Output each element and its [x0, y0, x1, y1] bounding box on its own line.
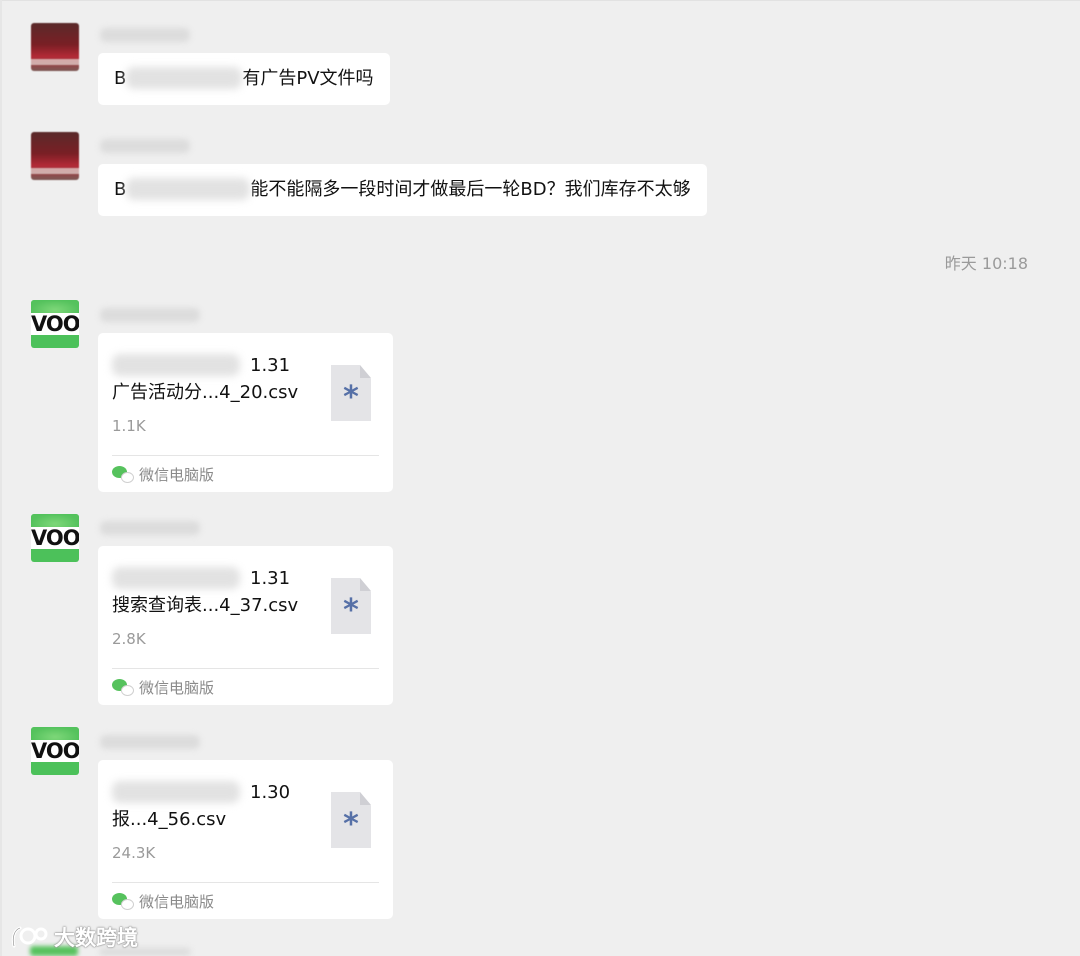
message-bubble[interactable]: B 有广告PV文件吗: [98, 53, 390, 105]
watermark-logo-icon: [11, 926, 48, 948]
sender-avatar[interactable]: VOOT: [31, 727, 79, 775]
redacted-filename: [112, 781, 240, 803]
file-name-part: 1.31: [250, 354, 291, 376]
sender-avatar[interactable]: [31, 23, 79, 71]
message-timestamp: 昨天 10:18: [944, 254, 1028, 273]
file-size: 2.8K: [112, 630, 146, 648]
sender-name-blurred: [100, 521, 200, 535]
file-source-label: 微信电脑版: [139, 465, 215, 484]
redacted-text: [126, 177, 251, 200]
wechat-icon: [112, 678, 134, 696]
file-name: 广告活动分...4_20.csv: [112, 382, 299, 403]
file-type-glyph: *: [343, 380, 359, 415]
avatar-logo-text: VOOT: [31, 312, 79, 336]
redacted-filename: [112, 567, 240, 589]
file-source-label: 微信电脑版: [139, 892, 215, 911]
wechat-icon: [112, 465, 134, 483]
top-divider: [0, 0, 1080, 1]
sender-name-blurred: [100, 308, 200, 322]
file-name-part: 1.31: [250, 567, 291, 589]
redacted-filename: [112, 354, 240, 376]
card-divider: [112, 668, 379, 669]
wechat-icon: [112, 892, 134, 910]
file-type-glyph: *: [343, 807, 359, 842]
message-text: 能不能隔多一段时间才做最后一轮BD？我们库存不太够: [250, 179, 691, 200]
redacted-text: [126, 66, 243, 89]
file-size: 24.3K: [112, 844, 156, 862]
file-message-card[interactable]: 1.30 报...4_56.csv 24.3K * 微信电脑版: [98, 760, 393, 919]
file-icon-fold: [360, 792, 371, 805]
sender-name-blurred: [100, 139, 190, 153]
sender-avatar[interactable]: [31, 132, 79, 180]
file-size: 1.1K: [112, 417, 146, 435]
file-icon-fold: [360, 578, 371, 591]
watermark-text: 大数跨境: [54, 926, 138, 950]
file-source-label: 微信电脑版: [139, 678, 215, 697]
sender-avatar[interactable]: VOOT: [31, 300, 79, 348]
file-name: 报...4_56.csv: [112, 809, 227, 830]
card-divider: [112, 455, 379, 456]
file-name: 搜索查询表...4_37.csv: [112, 595, 299, 616]
message-prefix: B: [114, 68, 127, 89]
avatar-logo-text: VOOT: [31, 526, 79, 550]
message-text: 有广告PV文件吗: [242, 68, 374, 89]
sender-avatar[interactable]: VOOT: [31, 514, 79, 562]
watermark: 大数跨境: [10, 922, 138, 952]
file-name-part: 1.30: [250, 781, 291, 803]
chat-panel: B 有广告PV文件吗 B 能不能隔多一段时间才做最后一轮BD？我们库存不太够 昨天 …: [0, 0, 1080, 956]
file-message-card[interactable]: 1.31 广告活动分...4_20.csv 1.1K * 微信电脑版: [98, 333, 393, 492]
avatar-logo-text: VOOT: [31, 739, 79, 763]
message-prefix: B: [114, 179, 127, 200]
file-icon-fold: [360, 365, 371, 378]
card-divider: [112, 882, 379, 883]
file-type-glyph: *: [343, 593, 359, 628]
file-message-card[interactable]: 1.31 搜索查询表...4_37.csv 2.8K * 微信电脑版: [98, 546, 393, 705]
left-divider: [0, 0, 2, 956]
sender-name-blurred: [100, 735, 200, 749]
message-bubble[interactable]: B 能不能隔多一段时间才做最后一轮BD？我们库存不太够: [98, 164, 707, 216]
sender-name-blurred: [100, 28, 190, 42]
